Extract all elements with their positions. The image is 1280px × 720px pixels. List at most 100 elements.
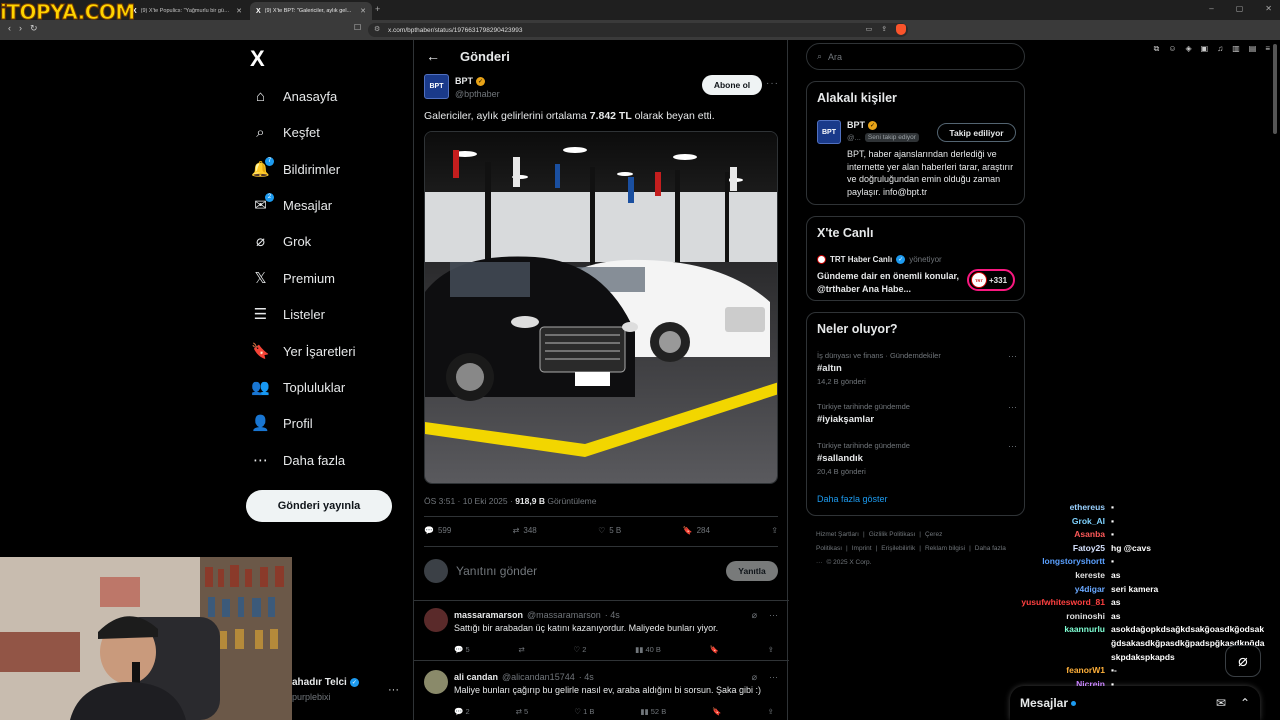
author-handle[interactable]: @bpthaber	[455, 89, 500, 99]
new-message-icon[interactable]: ✉	[1216, 696, 1226, 710]
like-action[interactable]: ♡ 1 B	[574, 707, 594, 716]
share-icon[interactable]: ⇪	[768, 645, 774, 654]
live-listeners-pill[interactable]: TRT +331	[967, 269, 1015, 291]
nav-item-profil[interactable]: 👤 Profil	[251, 411, 312, 435]
reply-action[interactable]: 💬 599	[424, 526, 451, 535]
footer-link[interactable]: Erişilebilirlik	[881, 545, 915, 552]
account-more-icon[interactable]: ···	[388, 684, 399, 696]
reply-action[interactable]: 💬 5	[454, 645, 470, 654]
account-switcher[interactable]: ahadır Telci ✓ purplebixi	[292, 677, 359, 702]
like-action[interactable]: ♡ 2	[573, 645, 586, 654]
footer-link[interactable]: Hizmet Şartları	[816, 531, 859, 538]
reply-avatar[interactable]	[424, 608, 448, 632]
reply-input[interactable]: Yanıtını gönder	[456, 564, 726, 578]
share-action[interactable]: ⇪	[771, 526, 778, 535]
trend-item[interactable]: İş dünyası ve finans · Gündemdekiler #al…	[817, 351, 1017, 386]
brave-shield-icon[interactable]	[896, 24, 906, 35]
browser-tab-active[interactable]: X (9) X'te BPT: "Galericiler, aylık gel.…	[250, 2, 372, 20]
scrollbar[interactable]	[1273, 44, 1277, 134]
footer-link[interactable]: Imprint	[852, 545, 872, 552]
footer-link[interactable]: © 2025 X Corp.	[827, 559, 872, 566]
like-action[interactable]: ♡ 5 B	[598, 526, 621, 535]
bpt-avatar[interactable]: BPT	[817, 120, 841, 144]
search-input[interactable]: ⌕ Ara	[806, 43, 1025, 70]
author-avatar[interactable]: BPT	[424, 74, 449, 99]
share-icon[interactable]: ⇪	[881, 25, 887, 33]
more-options-icon[interactable]: ···	[769, 672, 778, 683]
reload-icon[interactable]: ↻	[30, 23, 38, 34]
subscribe-button[interactable]: Abone ol	[702, 75, 762, 95]
close-window-icon[interactable]: ✕	[1265, 4, 1272, 13]
repost-action[interactable]: ⇄	[518, 645, 524, 654]
reply-action[interactable]: 💬 2	[454, 707, 470, 716]
post-image[interactable]	[424, 131, 778, 484]
expand-chevron-icon[interactable]: ⌃	[1240, 696, 1250, 710]
author-name[interactable]: BPT	[455, 76, 473, 86]
nav-item-daha-fazla[interactable]: ⋯ Daha fazla	[252, 448, 345, 472]
wallet-icon[interactable]: ▤	[1249, 44, 1257, 54]
minimize-icon[interactable]: –	[1209, 4, 1213, 13]
url-field[interactable]: ⚙ x.com/bpthaber/status/1976631798290423…	[368, 23, 908, 37]
live-panel[interactable]: X'te Canlı TRT Haber Canlı ✓ yönetiyor Gün…	[806, 216, 1025, 301]
close-icon[interactable]: ✕	[236, 7, 242, 15]
footer-link[interactable]: Reklam bilgisi	[925, 545, 965, 552]
share-icon[interactable]: ⇪	[768, 707, 774, 716]
more-options-icon[interactable]: ···	[1008, 351, 1017, 361]
bookmark-icon[interactable]: 🔖	[710, 645, 719, 654]
extension-icon[interactable]: ⧉	[1154, 44, 1160, 54]
more-options-icon[interactable]: ···	[1008, 402, 1017, 412]
nav-item-yer-i-şaretleri[interactable]: 🔖 Yer İşaretleri	[251, 339, 355, 363]
related-name[interactable]: BPT ✓	[847, 120, 877, 130]
bookmark-page-icon[interactable]: ☐	[354, 23, 361, 32]
messages-drawer[interactable]: Mesajlar ✉ ⌃	[1010, 686, 1260, 720]
menu-icon[interactable]: ≡	[1265, 44, 1270, 54]
nav-item-keşfet[interactable]: ⌕ Keşfet	[252, 120, 320, 144]
reply-item[interactable]: ali candan @alicandan15744 · 4s ⌀ ··· Maliy…	[424, 670, 778, 720]
post-button[interactable]: Gönderi yayınla	[246, 490, 392, 522]
more-options-icon[interactable]: ···	[766, 78, 779, 89]
repost-action[interactable]: ⇄ 5	[516, 707, 529, 716]
back-arrow-icon[interactable]: ←	[426, 48, 440, 64]
maximize-icon[interactable]: ▢	[1236, 4, 1244, 13]
reply-button[interactable]: Yanıtla	[726, 561, 778, 581]
bookmark-icon[interactable]: 🔖	[712, 707, 721, 716]
live-title[interactable]: Gündeme dair en önemli konular, @trthabe…	[817, 270, 962, 295]
more-options-icon[interactable]: ···	[769, 610, 778, 621]
nav-item-anasayfa[interactable]: ⌂ Anasayfa	[252, 84, 337, 108]
bookmark-action[interactable]: 🔖 284	[683, 526, 710, 535]
music-icon[interactable]: ♫	[1217, 44, 1223, 54]
new-tab-button[interactable]: +	[375, 4, 380, 14]
trend-item[interactable]: Türkiye tarihinde gündemde #sallandık 20…	[817, 441, 1017, 476]
nav-item-listeler[interactable]: ☰ Listeler	[252, 302, 325, 326]
cast-icon[interactable]: ▭	[866, 25, 873, 33]
show-more-link[interactable]: Daha fazla göster	[817, 494, 888, 504]
post-author[interactable]: BPT BPT ✓ @bpthaber	[424, 74, 500, 99]
grok-icon[interactable]: ⌀	[752, 672, 757, 683]
reply-item[interactable]: massaramarson @massaramarson · 4s ⌀ ··· Sat…	[424, 608, 778, 662]
forward-arrow-icon[interactable]: ›	[19, 23, 22, 34]
grok-icon[interactable]: ⌀	[752, 610, 757, 621]
extension-icon[interactable]: ◈	[1185, 44, 1191, 54]
nav-item-premium[interactable]: 𝕏 Premium	[252, 266, 335, 290]
sidebar-icon[interactable]: ▥	[1232, 44, 1240, 54]
repost-action[interactable]: ⇄ 348	[513, 526, 537, 535]
nav-item-grok[interactable]: ⌀ Grok	[252, 229, 311, 253]
reply-avatar[interactable]	[424, 670, 448, 694]
footer-link[interactable]: Gizlilik Politikası	[869, 531, 916, 538]
grok-fab-button[interactable]: ⌀	[1225, 645, 1261, 677]
extension-icon[interactable]: ▣	[1201, 44, 1209, 54]
x-logo[interactable]: X	[250, 46, 265, 72]
views-action[interactable]: ▮▮ 40 B	[635, 645, 661, 654]
nav-item-bildirimler[interactable]: 🔔 7 Bildirimler	[251, 156, 340, 181]
nav-item-topluluklar[interactable]: 👥 Topluluklar	[251, 375, 345, 399]
site-settings-icon[interactable]: ⚙	[374, 25, 380, 33]
more-options-icon[interactable]: ···	[1008, 441, 1017, 451]
nav-item-mesajlar[interactable]: ✉ 2 Mesajlar	[252, 192, 332, 217]
views-action[interactable]: ▮▮ 52 B	[640, 707, 666, 716]
following-button[interactable]: Takip ediliyor	[937, 123, 1016, 142]
trend-item[interactable]: Türkiye tarihinde gündemde #iyiakşamlar …	[817, 402, 1017, 425]
browser-tab[interactable]: X (9) X'te Populics: "Yağmurlu bir günd.…	[126, 2, 248, 20]
back-arrow-icon[interactable]: ‹	[8, 23, 11, 34]
close-icon[interactable]: ✕	[360, 7, 366, 15]
extension-icon[interactable]: ☺	[1168, 44, 1176, 54]
